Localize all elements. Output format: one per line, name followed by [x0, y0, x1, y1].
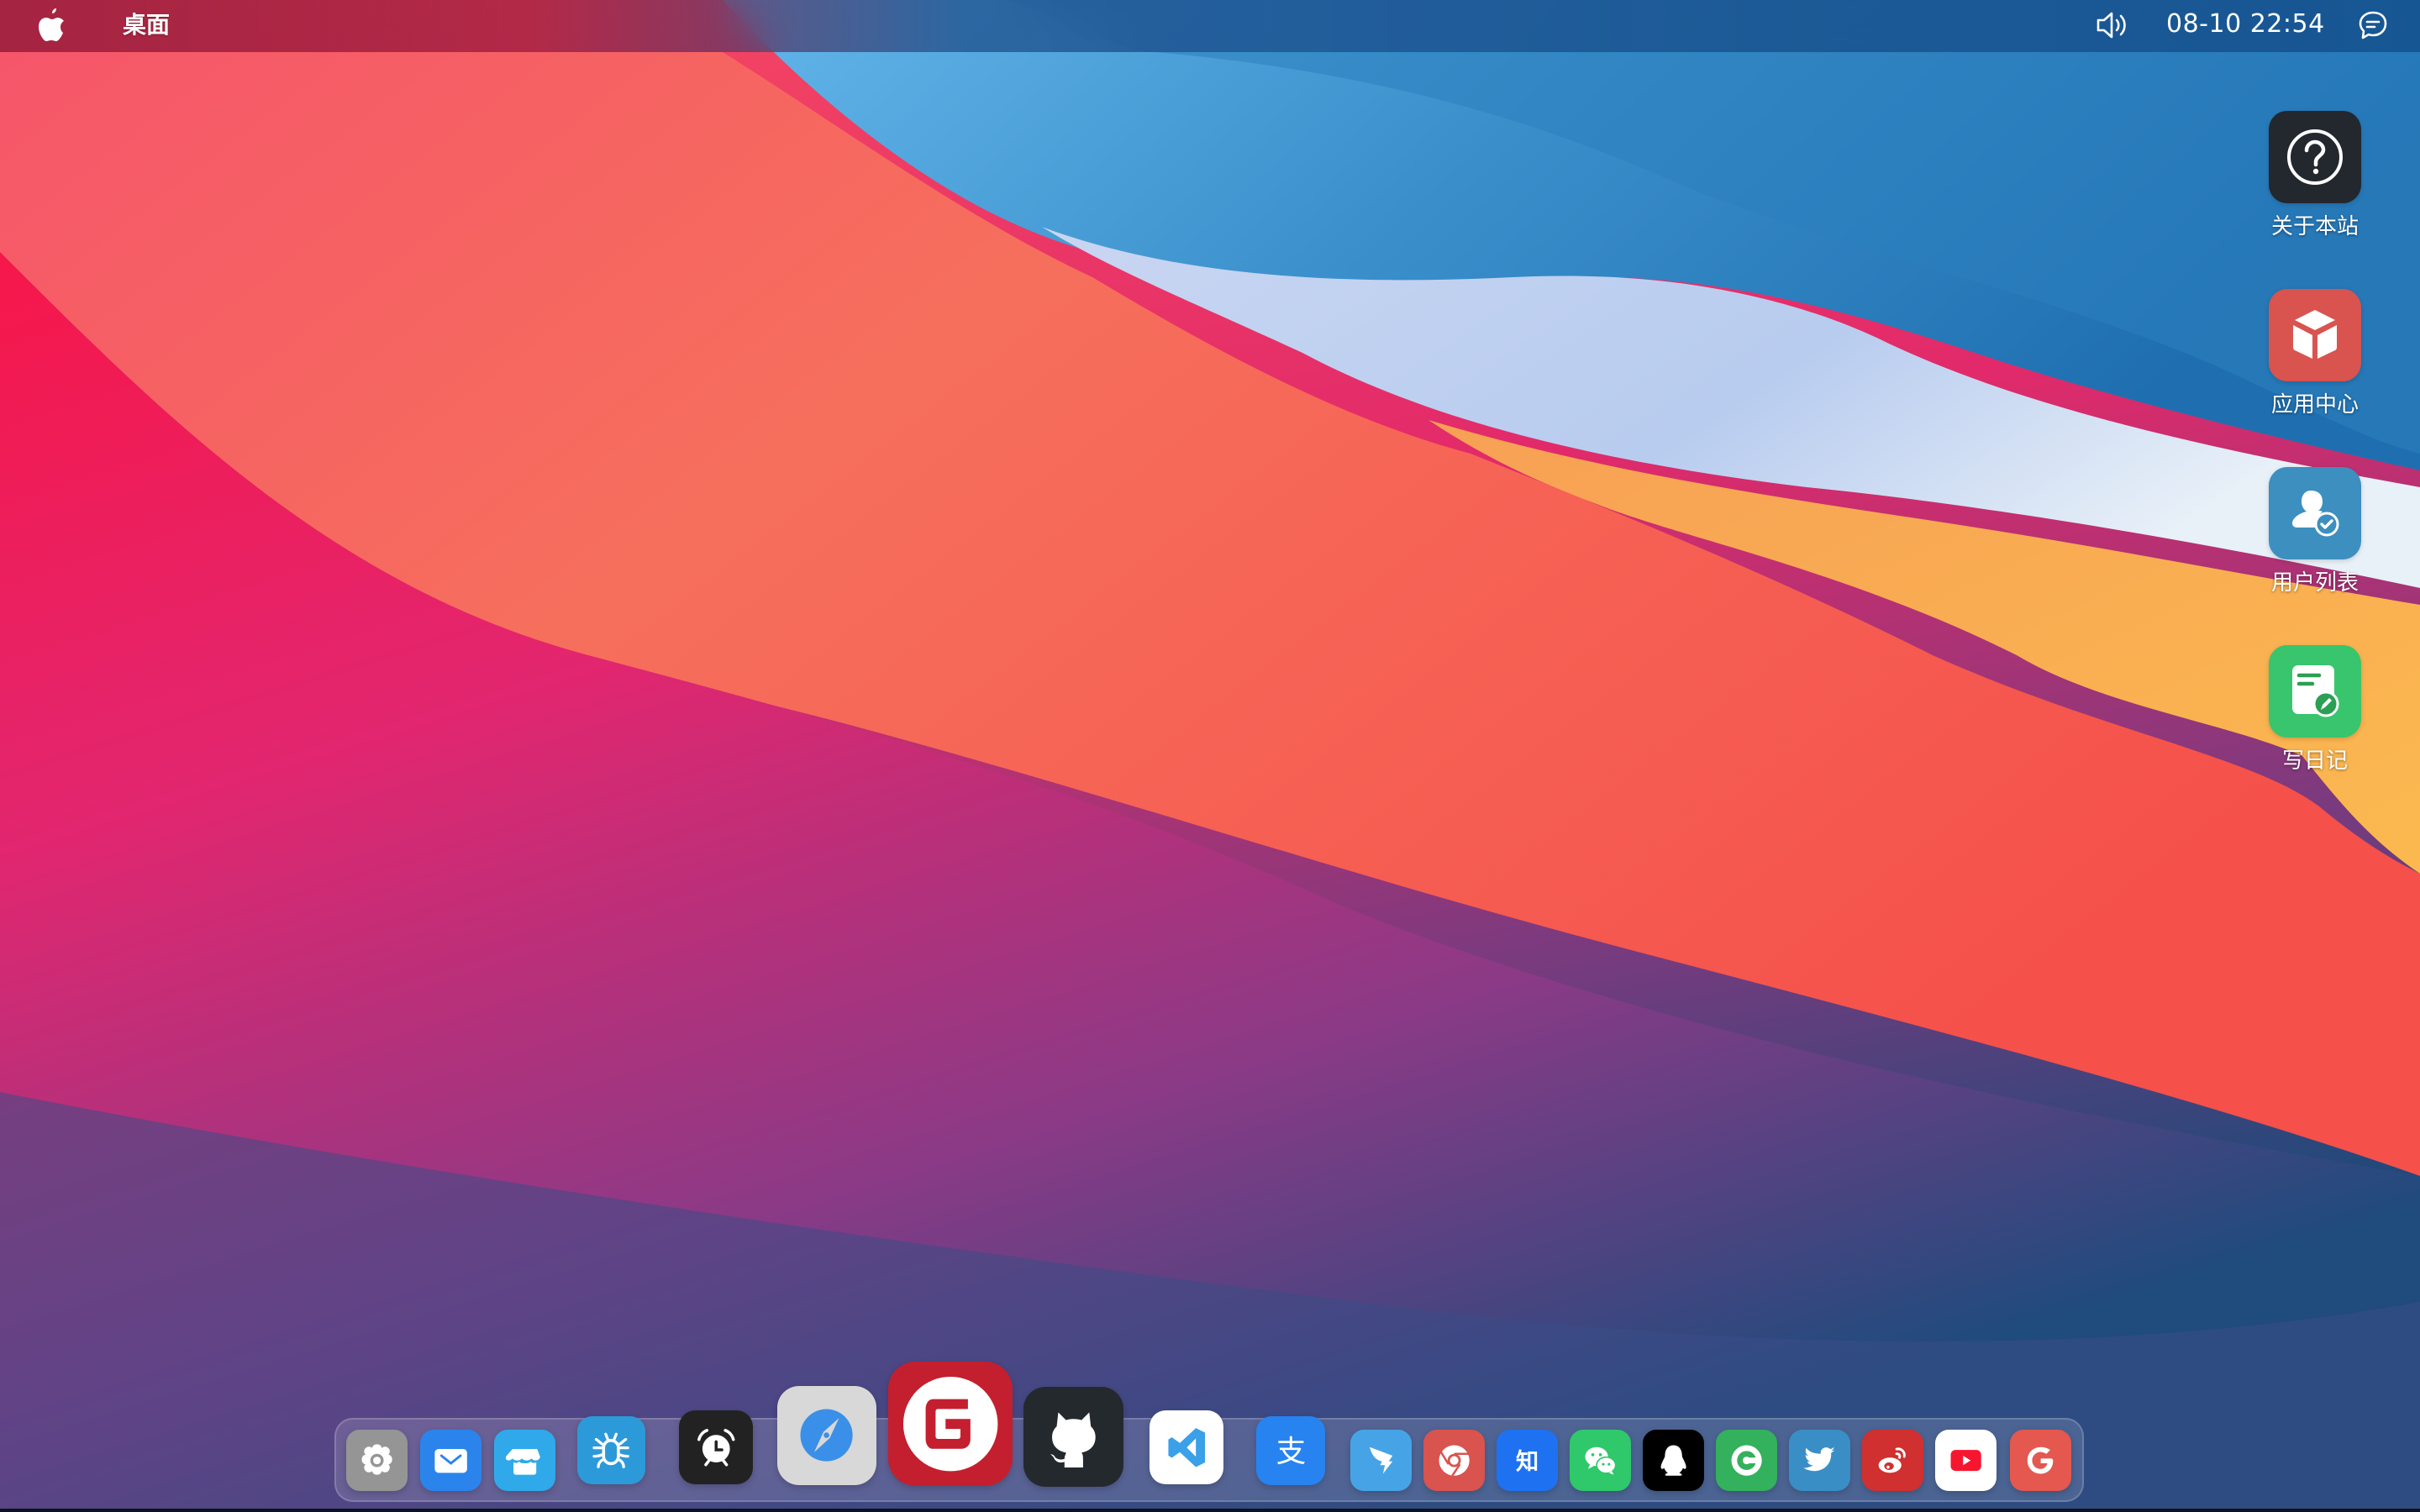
- apple-logo-icon[interactable]: [37, 8, 66, 42]
- active-app-title[interactable]: 桌面: [123, 7, 170, 44]
- svg-text:知: 知: [1516, 1449, 1539, 1475]
- desktop-icon-about[interactable]: 关于本站: [2252, 111, 2378, 240]
- wechat-icon: [1585, 1446, 1617, 1475]
- youtube-icon: [1950, 1450, 1981, 1471]
- dingtalk-icon: [1369, 1446, 1393, 1474]
- note-edit-icon: [2269, 645, 2361, 738]
- screen-bottom-edge: [0, 1509, 2420, 1512]
- clock[interactable]: 08-10 22:54: [2166, 6, 2325, 43]
- dock-item-qq[interactable]: [1643, 1430, 1704, 1491]
- alarm-clock-icon: [697, 1428, 735, 1467]
- desktop-icon-label: 应用中心: [2270, 392, 2359, 417]
- dock-item-youtube[interactable]: [1935, 1430, 1996, 1491]
- desktop-icon-label: 写日记: [2281, 748, 2348, 774]
- vscode-icon: [1168, 1427, 1205, 1467]
- dock-item-alipay[interactable]: 支: [1256, 1416, 1325, 1485]
- dock-item-twitter[interactable]: [1789, 1430, 1850, 1491]
- alipay-icon: 支: [1276, 1435, 1306, 1469]
- copyright-c-icon: [1731, 1445, 1762, 1476]
- dock-item-app-store[interactable]: [494, 1430, 555, 1491]
- dock-item-copyright[interactable]: [1716, 1430, 1777, 1491]
- qq-penguin-icon: [1660, 1445, 1686, 1476]
- zhihu-icon: 知: [1516, 1449, 1539, 1475]
- dock-item-safari[interactable]: [777, 1386, 876, 1485]
- desktop-wallpaper: [0, 0, 2420, 1512]
- help-circle-icon: [2269, 111, 2361, 203]
- chrome-icon: [1439, 1445, 1470, 1477]
- dock-item-mail[interactable]: [420, 1430, 481, 1491]
- desktop-icon-label: 用户列表: [2270, 570, 2359, 596]
- dock-item-chrome[interactable]: [1423, 1430, 1485, 1491]
- dock-item-google[interactable]: [2010, 1430, 2071, 1491]
- github-icon: [1050, 1411, 1096, 1468]
- desktop-icon-write-diary[interactable]: 写日记: [2252, 645, 2378, 774]
- desktop-icon-label: 关于本站: [2270, 214, 2359, 239]
- dock-item-vscode[interactable]: [1150, 1410, 1223, 1484]
- gear-icon: [361, 1444, 392, 1475]
- menu-bar: 桌面 08-10 22:54: [0, 0, 2420, 52]
- dock-item-alarm[interactable]: [679, 1410, 753, 1484]
- user-check-icon: [2269, 467, 2361, 559]
- store-icon: [505, 1448, 540, 1475]
- twitter-bird-icon: [1803, 1446, 1835, 1472]
- svg-text:支: 支: [1276, 1435, 1306, 1469]
- dock-item-weibo[interactable]: [1862, 1430, 1923, 1491]
- compass-icon: [800, 1409, 854, 1462]
- dock-item-wechat[interactable]: [1570, 1430, 1631, 1491]
- bug-icon: [592, 1433, 630, 1469]
- dock-item-dingtalk[interactable]: [1350, 1430, 1412, 1491]
- dock-item-settings[interactable]: [346, 1430, 408, 1491]
- dock-item-gitee[interactable]: [888, 1362, 1013, 1486]
- desktop-icon-user-list[interactable]: 用户列表: [2252, 467, 2378, 596]
- dock-item-github[interactable]: [1023, 1387, 1123, 1487]
- mail-icon: [434, 1448, 467, 1473]
- chat-bubble-icon[interactable]: [2358, 10, 2388, 40]
- weibo-icon: [1878, 1447, 1906, 1473]
- volume-icon[interactable]: [2096, 11, 2128, 39]
- box-icon: [2269, 289, 2361, 381]
- google-g-icon: [2027, 1446, 2054, 1474]
- gitee-icon: [902, 1376, 998, 1472]
- dock-item-bug[interactable]: [577, 1416, 645, 1484]
- desktop-icon-app-center[interactable]: 应用中心: [2252, 289, 2378, 418]
- dock-item-zhihu[interactable]: 知: [1497, 1430, 1558, 1491]
